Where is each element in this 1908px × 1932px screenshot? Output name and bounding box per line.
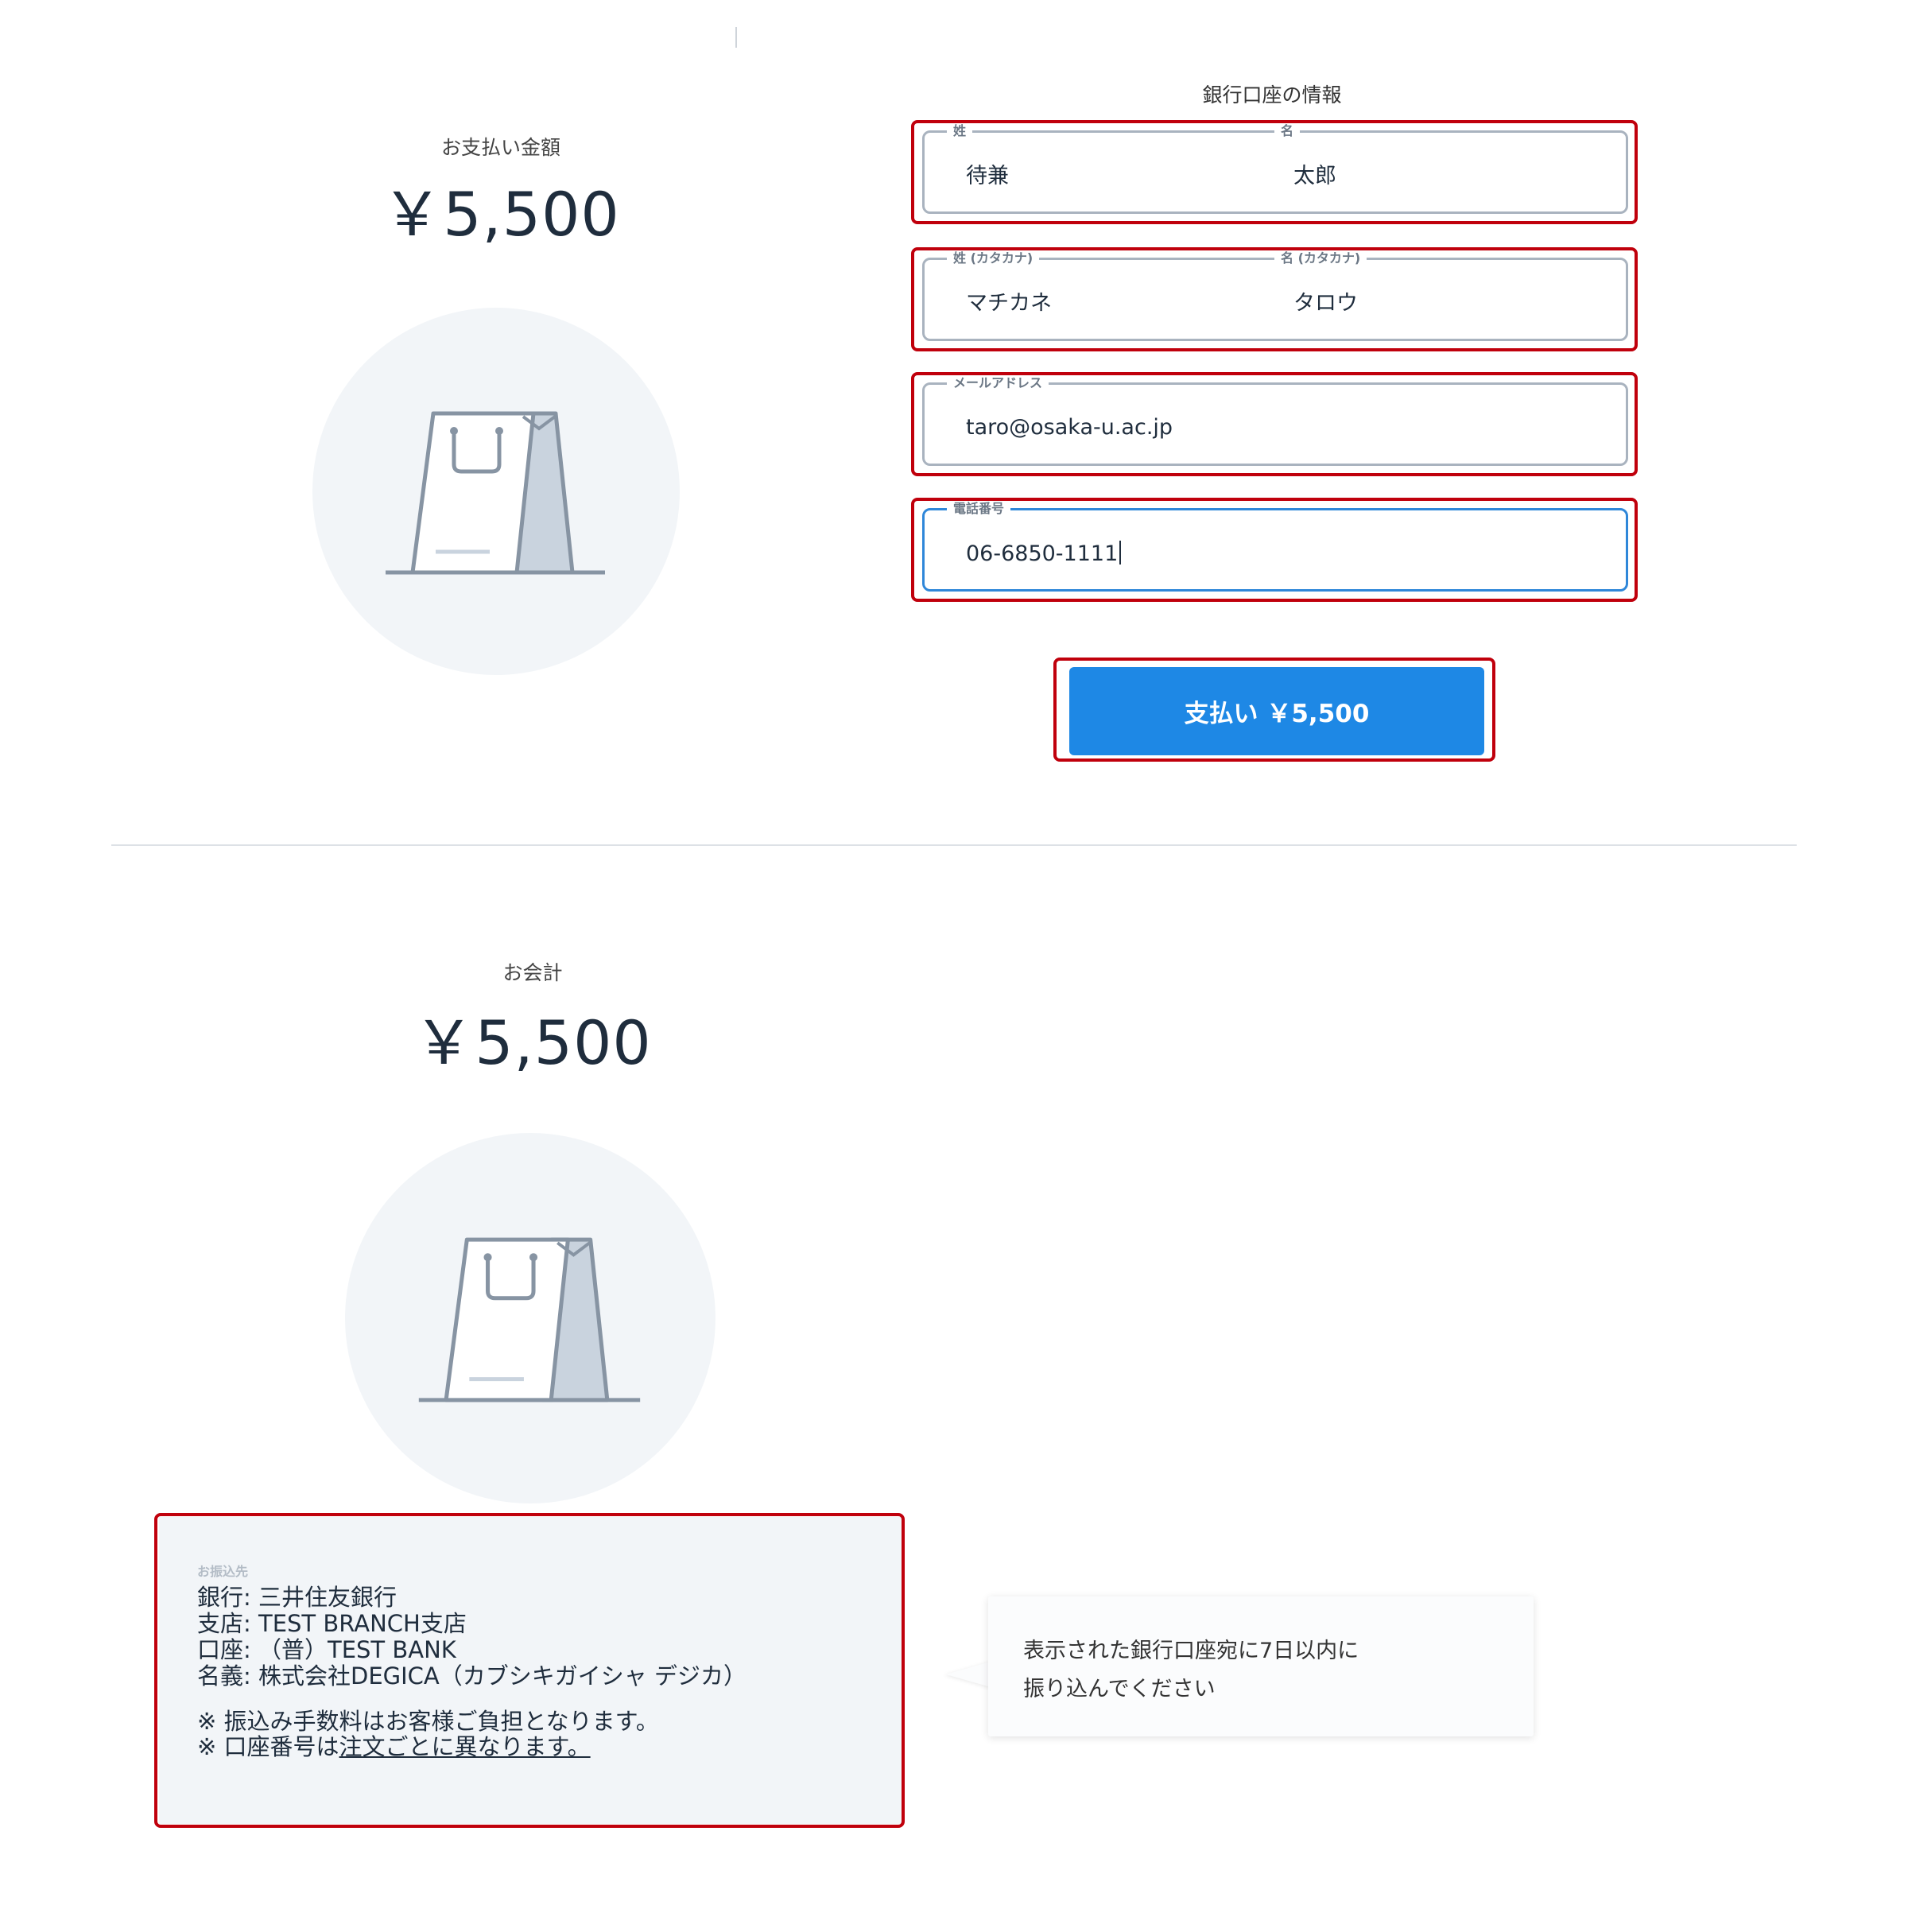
pay-button[interactable]: 支払い ￥5,500 [1069, 667, 1484, 755]
transfer-heading: お振込先 [197, 1564, 249, 1579]
shopping-bag-illustration [312, 308, 680, 675]
phone-value: 06-6850-1111 [966, 541, 1119, 566]
tooltip-line-1: 表示された銀行口座宛に7日以内に [1023, 1639, 1359, 1663]
note-link[interactable]: 注文ごとに異なります。 [339, 1733, 591, 1760]
transfer-bank: 銀行: 三井住友銀行 [197, 1584, 397, 1611]
text-cursor [1119, 541, 1122, 564]
first-name-kana-legend: 名 (カタカナ) [1274, 250, 1367, 266]
email-field: メールアドレス taro@osaka-u.ac.jp [922, 375, 1628, 466]
shopping-bag-illustration-2 [345, 1133, 716, 1503]
first-name-input[interactable]: 太郎 [1293, 158, 1336, 189]
note-prefix: ※ 口座番号は [197, 1733, 339, 1760]
kana-field-group: 姓 (カタカナ) 名 (カタカナ) マチカネ タロウ [922, 250, 1628, 341]
payment-amount: ￥5,500 [382, 179, 620, 250]
bank-info-title: 銀行口座の情報 [1202, 83, 1342, 107]
first-name-kana-input[interactable]: タロウ [1293, 285, 1358, 316]
email-input[interactable]: taro@osaka-u.ac.jp [966, 415, 1173, 440]
checkout-label: お会計 [502, 961, 563, 984]
transfer-account: 口座: （普）TEST BANK [197, 1636, 456, 1663]
transfer-note-fee: ※ 振込み手数料はお客様ご負担となります。 [197, 1708, 659, 1735]
shopping-bag-icon [386, 411, 605, 575]
phone-legend: 電話番号 [947, 501, 1011, 517]
phone-input[interactable]: 06-6850-1111 [966, 541, 1122, 566]
shopping-bag-icon [418, 1237, 641, 1402]
caret-mark [735, 27, 737, 48]
last-name-kana-legend: 姓 (カタカナ) [947, 250, 1040, 266]
transfer-tooltip: 表示された銀行口座宛に7日以内に 振り込んでください [988, 1596, 1534, 1736]
last-name-input[interactable]: 待兼 [966, 158, 1009, 189]
checkout-amount: ￥5,500 [413, 1007, 652, 1078]
tooltip-arrow [946, 1662, 991, 1687]
first-name-legend: 名 [1274, 123, 1301, 139]
last-name-legend: 姓 [947, 123, 973, 139]
email-legend: メールアドレス [947, 375, 1049, 391]
tooltip-line-2: 振り込んでください [1023, 1677, 1216, 1701]
transfer-note-account: ※ 口座番号は注文ごとに異なります。 [197, 1733, 591, 1760]
payment-amount-label: お支払い金額 [440, 136, 560, 159]
section-divider [111, 844, 1797, 846]
transfer-branch: 支店: TEST BRANCH支店 [197, 1610, 467, 1637]
last-name-kana-input[interactable]: マチカネ [966, 285, 1052, 316]
phone-field: 電話番号 06-6850-1111 [922, 501, 1628, 592]
transfer-holder: 名義: 株式会社DEGICA（カブシキガイシャ デジカ） [197, 1662, 747, 1690]
name-field-group: 姓 名 待兼 太郎 [922, 123, 1628, 214]
